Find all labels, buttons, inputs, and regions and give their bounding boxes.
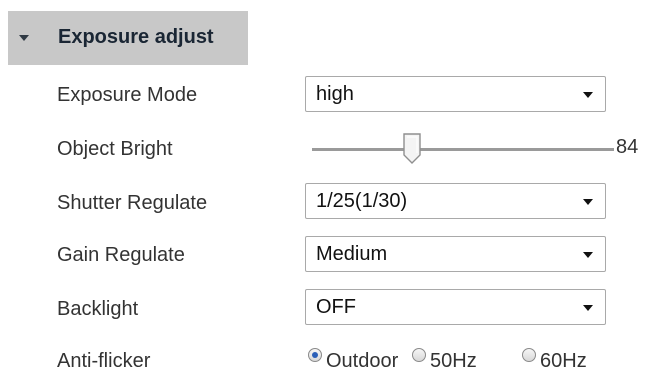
collapse-triangle-icon — [19, 35, 29, 41]
chevron-down-icon — [583, 252, 593, 258]
exposure-mode-select[interactable]: high — [305, 76, 606, 112]
gain-regulate-label: Gain Regulate — [57, 244, 185, 266]
shutter-regulate-select[interactable]: 1/25(1/30) — [305, 183, 606, 219]
anti-flicker-option-label[interactable]: Outdoor — [326, 350, 398, 373]
object-bright-slider-handle[interactable] — [402, 131, 422, 165]
exposure-mode-value: high — [316, 83, 354, 105]
object-bright-label: Object Bright — [57, 138, 173, 160]
backlight-label: Backlight — [57, 298, 139, 320]
shutter-regulate-label: Shutter Regulate — [57, 192, 208, 214]
backlight-value: OFF — [316, 296, 356, 318]
gain-regulate-select[interactable]: Medium — [305, 236, 606, 272]
anti-flicker-option-label[interactable]: 60Hz — [540, 350, 587, 373]
section-title: Exposure adjust — [58, 26, 214, 48]
backlight-select[interactable]: OFF — [305, 289, 606, 325]
object-bright-value: 84 — [616, 136, 639, 158]
anti-flicker-radio-outdoor[interactable] — [308, 348, 322, 362]
anti-flicker-label: Anti-flicker — [57, 350, 151, 372]
chevron-down-icon — [583, 305, 593, 311]
chevron-down-icon — [583, 199, 593, 205]
anti-flicker-option-label[interactable]: 50Hz — [430, 350, 477, 373]
shutter-regulate-value: 1/25(1/30) — [316, 190, 408, 212]
anti-flicker-radio-60hz[interactable] — [522, 348, 536, 362]
object-bright-slider-track[interactable] — [312, 148, 614, 151]
anti-flicker-radio-50hz[interactable] — [412, 348, 426, 362]
gain-regulate-value: Medium — [316, 243, 388, 265]
exposure-mode-label: Exposure Mode — [57, 84, 198, 106]
chevron-down-icon — [583, 92, 593, 98]
section-header-exposure-adjust[interactable]: Exposure adjust — [8, 11, 248, 65]
